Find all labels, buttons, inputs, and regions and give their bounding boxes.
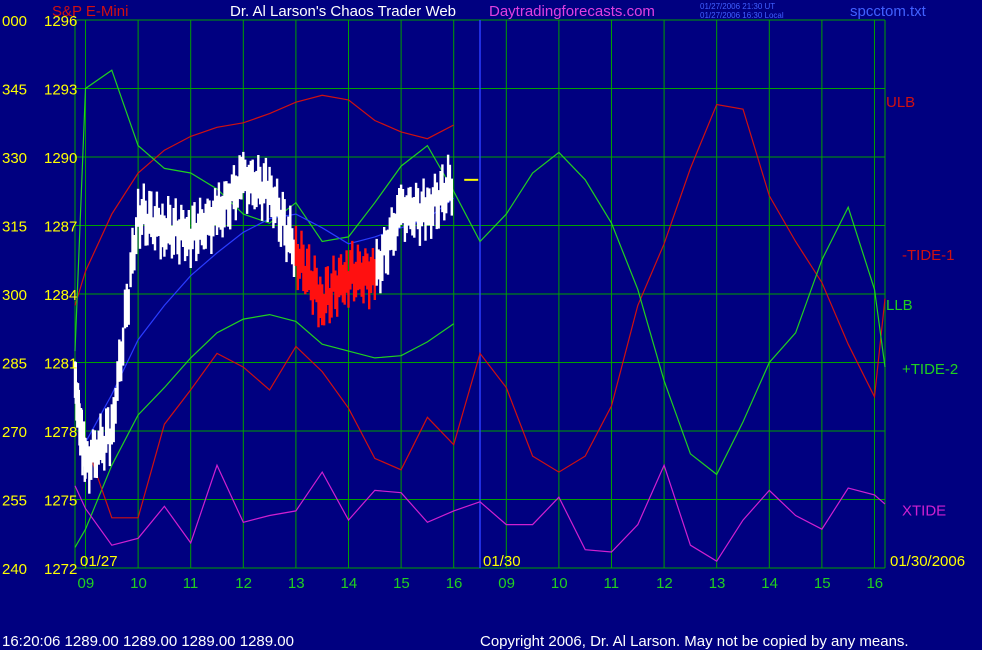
x-tick-label: 15 bbox=[814, 575, 831, 592]
price-bar bbox=[450, 178, 453, 216]
price-bar bbox=[121, 327, 125, 366]
date-mid: 01/30 bbox=[483, 553, 521, 570]
y-tick-label-cycle: 330 bbox=[2, 150, 27, 167]
x-tick-label: 14 bbox=[761, 575, 778, 592]
last-quote: 16:20:06 1289.00 1289.00 1289.00 1289.00 bbox=[2, 633, 294, 650]
y-tick-label-cycle: 255 bbox=[2, 493, 27, 510]
y-tick-label-cycle: 270 bbox=[2, 424, 27, 441]
legend-tide-2: +TIDE-2 bbox=[902, 361, 958, 378]
x-tick-label: 12 bbox=[656, 575, 673, 592]
timestamp-ut: 01/27/2006 21:30 UT bbox=[700, 2, 775, 11]
y-tick-label: 1293 bbox=[44, 82, 77, 99]
y-tick-label: 1278 bbox=[44, 424, 77, 441]
x-tick-label: 11 bbox=[603, 575, 619, 592]
y-tick-label: 1284 bbox=[44, 287, 77, 304]
x-tick-label: 14 bbox=[341, 575, 358, 592]
y-tick-label: 1275 bbox=[44, 493, 77, 510]
site-link[interactable]: Daytradingforecasts.com bbox=[489, 3, 655, 20]
x-tick-label: 16 bbox=[866, 575, 883, 592]
copyright: Copyright 2006, Dr. Al Larson. May not b… bbox=[480, 633, 909, 650]
date-left: 01/27 bbox=[80, 553, 118, 570]
legend-ulb: ULB bbox=[886, 94, 915, 111]
timestamp-local: 01/27/2006 16:30 Local bbox=[700, 11, 784, 20]
x-tick-label: 13 bbox=[288, 575, 305, 592]
chart-header-title: Dr. Al Larson's Chaos Trader Web bbox=[230, 3, 456, 20]
x-tick-label: 09 bbox=[498, 575, 515, 592]
y-tick-label-cycle: 345 bbox=[2, 82, 27, 99]
x-tick-label: 15 bbox=[393, 575, 410, 592]
instrument-title: S&P E-Mini bbox=[52, 3, 128, 20]
x-tick-label: 09 bbox=[78, 575, 95, 592]
y-tick-label: 1290 bbox=[44, 150, 77, 167]
y-tick-label: 1287 bbox=[44, 219, 77, 236]
y-tick-label-cycle: 000 bbox=[2, 13, 27, 30]
x-tick-label: 10 bbox=[130, 575, 147, 592]
y-tick-label-cycle: 240 bbox=[2, 561, 27, 578]
x-tick-label: 12 bbox=[235, 575, 252, 592]
y-tick-label: 1272 bbox=[44, 561, 77, 578]
price-bar bbox=[127, 289, 130, 325]
y-tick-label-cycle: 285 bbox=[2, 356, 27, 373]
legend-llb: LLB bbox=[886, 297, 913, 314]
y-tick-label: 1281 bbox=[44, 356, 77, 373]
y-tick-label-cycle: 315 bbox=[2, 219, 27, 236]
date-right: 01/30/2006 bbox=[890, 553, 965, 570]
x-tick-label: 13 bbox=[709, 575, 726, 592]
legend-xtide: XTIDE bbox=[902, 503, 946, 520]
legend-tide-1: -TIDE-1 bbox=[902, 247, 955, 264]
chart: 000 1296345 1293330 1290315 1287300 1284285 12… bbox=[0, 0, 982, 650]
x-tick-label: 16 bbox=[446, 575, 463, 592]
x-tick-label: 11 bbox=[183, 575, 199, 592]
x-tick-label: 10 bbox=[551, 575, 568, 592]
y-tick-label-cycle: 300 bbox=[2, 287, 27, 304]
data-filename: spcctom.txt bbox=[850, 3, 927, 20]
